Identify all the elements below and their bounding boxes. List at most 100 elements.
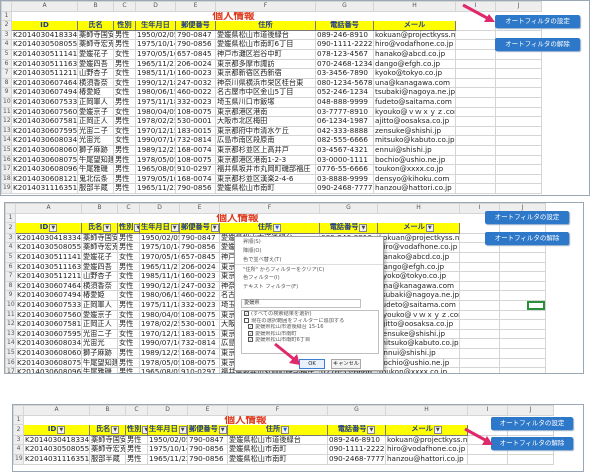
- filter-dropdown-icon[interactable]: ▼: [111, 426, 120, 435]
- empty-cell[interactable]: [455, 106, 496, 118]
- cell-zip[interactable]: 332-0023: [179, 299, 220, 311]
- empty-cell[interactable]: [495, 125, 542, 137]
- filter-dropdown-icon[interactable]: ▼: [178, 426, 187, 435]
- cell-name[interactable]: 薬師寺国安: [81, 232, 118, 244]
- empty-cell[interactable]: [459, 367, 500, 373]
- empty-cell[interactable]: [455, 68, 496, 79]
- filter-search-input[interactable]: 愛媛県: [241, 299, 361, 308]
- menu-item-sort-desc[interactable]: 降順(O): [235, 246, 383, 255]
- cell-sex[interactable]: 女性: [117, 271, 140, 282]
- column-letter[interactable]: A: [15, 203, 82, 214]
- cell-tel[interactable]: 082-555-6666: [315, 135, 374, 146]
- row-number[interactable]: 9: [1, 87, 12, 98]
- column-letter[interactable]: H: [385, 405, 468, 416]
- cell-mail[interactable]: kokuan@projectkyss.net: [385, 434, 468, 446]
- cell-mail[interactable]: hiro@vodafhone.co.jp: [373, 39, 456, 50]
- cell-sex[interactable]: 女性: [117, 328, 140, 340]
- cell-id[interactable]: K20140305111415: [15, 251, 82, 263]
- filter-dropdown-icon[interactable]: ▼: [49, 224, 58, 233]
- cell-dob[interactable]: 1980/06/15: [139, 290, 180, 301]
- cell-addr[interactable]: 愛媛県松山市道後緑台: [215, 29, 316, 41]
- cancel-button[interactable]: キャンセル: [331, 359, 361, 369]
- cell-name[interactable]: 横須香奈: [77, 77, 114, 89]
- cell-mail[interactable]: dango@efgh.co.jp: [377, 261, 460, 273]
- cell-name[interactable]: 光宙光: [81, 338, 118, 349]
- cell-dob[interactable]: 1950/02/05: [139, 232, 180, 244]
- cell-dob[interactable]: 1978/05/05: [139, 357, 180, 369]
- cell-mail[interactable]: hiro@vodafhone.co.jp: [377, 242, 460, 253]
- row-number[interactable]: 11: [1, 106, 12, 118]
- cell-dob[interactable]: 1975/10/14: [139, 242, 180, 253]
- cell-mail[interactable]: bochio@ushio.ne.jp: [377, 357, 460, 369]
- cell-mail[interactable]: ennui@shishi.jp: [373, 144, 456, 156]
- cell-zip[interactable]: 657-0845: [179, 251, 220, 263]
- row-number[interactable]: 5: [5, 251, 16, 263]
- cell-tel[interactable]: 03-4567-4321: [315, 144, 374, 156]
- cell-tel[interactable]: 03-8888-9999: [315, 173, 374, 185]
- list-item[interactable]: 現在の選択範囲をフィルターに追加する: [242, 317, 378, 325]
- cell-dob[interactable]: 1975/11/18: [135, 96, 176, 108]
- column-letter[interactable]: J: [507, 405, 554, 416]
- cell-zip[interactable]: 247-0032: [179, 280, 220, 292]
- column-header[interactable]: メール ▼: [377, 222, 460, 234]
- filter-dropdown-icon[interactable]: ▼: [218, 426, 227, 435]
- empty-cell[interactable]: [455, 173, 496, 185]
- row-number[interactable]: 13: [5, 328, 16, 340]
- column-header[interactable]: メール: [373, 20, 456, 31]
- column-header[interactable]: 電話番号: [315, 20, 374, 31]
- cell-tel[interactable]: 03-0000-1111: [315, 154, 374, 166]
- cell-name[interactable]: 獅子麻跡: [81, 347, 118, 359]
- cell-zip[interactable]: 168-0074: [179, 347, 220, 359]
- empty-cell[interactable]: [459, 261, 500, 273]
- cell-zip[interactable]: 247-0032: [175, 77, 216, 89]
- cell-name[interactable]: 牛尾望知建: [81, 357, 118, 369]
- cell-zip[interactable]: 732-0814: [175, 135, 216, 146]
- cell-tel[interactable]: 078-123-4567: [315, 48, 374, 60]
- column-letter[interactable]: A: [23, 405, 90, 416]
- column-header[interactable]: 性別: [113, 20, 136, 31]
- cell-name[interactable]: 薬師寺国安: [89, 434, 126, 446]
- empty-cell[interactable]: [499, 338, 546, 349]
- cell-dob[interactable]: 1978/02/25: [135, 116, 176, 127]
- row-number[interactable]: 11: [5, 309, 16, 321]
- cell-addr[interactable]: 東京都港区港南: [215, 106, 316, 118]
- checkbox-checked-icon[interactable]: ✓: [248, 330, 253, 336]
- empty-cell[interactable]: [495, 183, 542, 194]
- cell-dob[interactable]: 1980/04/05: [139, 309, 180, 321]
- empty-cell[interactable]: [455, 125, 496, 137]
- autofilter-set-button[interactable]: オートフィルタの設定: [491, 417, 573, 430]
- empty-cell[interactable]: [459, 280, 500, 292]
- row-number[interactable]: 13: [1, 125, 12, 137]
- cell-zip[interactable]: 206-0024: [175, 58, 216, 70]
- cell-sex[interactable]: 女性: [113, 48, 136, 60]
- cell-name[interactable]: 薬師寺宏克: [77, 39, 114, 50]
- row-number[interactable]: 1: [1, 10, 12, 22]
- cell-tel[interactable]: 089-246-8910: [327, 434, 386, 446]
- cell-id[interactable]: K20140306075338: [15, 299, 82, 311]
- cell-tel[interactable]: 052-246-1234: [315, 87, 374, 98]
- cell-name[interactable]: 服部半蔵: [89, 453, 126, 465]
- cell-addr[interactable]: 福井県坂井市丸岡町磯部福庄: [215, 164, 316, 175]
- cell-id[interactable]: K20140306081212: [11, 173, 78, 185]
- empty-cell[interactable]: [459, 328, 500, 340]
- column-letter[interactable]: C: [113, 1, 136, 12]
- column-header[interactable]: 郵便番号: [175, 20, 216, 31]
- column-letter[interactable]: E: [179, 203, 220, 214]
- empty-cell[interactable]: [495, 135, 542, 146]
- cell-sex[interactable]: 男性: [113, 144, 136, 156]
- row-number[interactable]: 10: [5, 299, 16, 311]
- column-header[interactable]: 郵便番号 ▼: [187, 424, 228, 436]
- cell-mail[interactable]: toukon@xxxx.co.jp: [373, 164, 456, 175]
- cell-sex[interactable]: 男性: [117, 261, 140, 273]
- cell-mail[interactable]: hiro@vodafhone.co.jp: [385, 444, 468, 455]
- corner-cell[interactable]: [1, 1, 12, 12]
- filter-active-icon[interactable]: ▼: [273, 224, 282, 233]
- cell-mail[interactable]: ajitto@oosaksa.co.jp: [373, 116, 456, 127]
- column-letter[interactable]: H: [373, 1, 456, 12]
- cell-id[interactable]: K20140311163518: [11, 183, 78, 194]
- column-letter[interactable]: F: [215, 1, 316, 12]
- cell-mail[interactable]: toukon@xxxx.co.jp: [377, 367, 460, 373]
- filter-dropdown-icon[interactable]: ▼: [425, 224, 434, 233]
- row-number[interactable]: 19: [13, 453, 24, 465]
- row-number[interactable]: 3: [5, 232, 16, 244]
